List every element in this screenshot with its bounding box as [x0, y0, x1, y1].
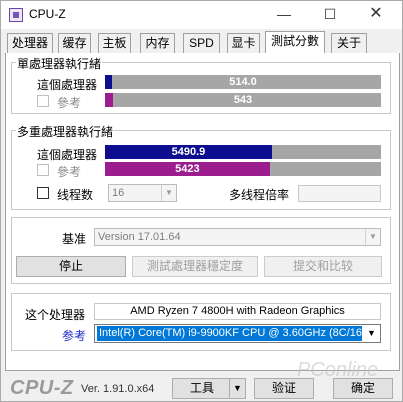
base-version-select: Version 17.01.64 ▼ — [94, 228, 381, 246]
single-thread-title: 單處理器執行緒 — [16, 55, 103, 72]
tab-memory[interactable]: 内存 — [140, 33, 175, 53]
this-processor-field: AMD Ryzen 7 4800H with Radeon Graphics — [94, 303, 381, 320]
ratio-label: 多线程倍率 — [229, 188, 290, 202]
cpuz-window: CPU-Z — ☐ ✕ 处理器 缓存 主板 内存 SPD 显卡 測試分數 关于 … — [0, 0, 403, 402]
threads-label: 线程数 — [57, 188, 94, 202]
cpuz-app-icon — [9, 8, 23, 22]
tab-processor[interactable]: 处理器 — [7, 33, 53, 53]
multi-this-label: 這個處理器 — [37, 148, 98, 162]
close-button[interactable]: ✕ — [353, 1, 399, 29]
base-version-value: Version 17.01.64 — [98, 231, 181, 243]
tab-bench[interactable]: 測試分數 — [265, 31, 325, 53]
reference-processor-value: Intel(R) Core(TM) i9-9900KF CPU @ 3.60GH… — [97, 326, 362, 341]
tab-about[interactable]: 关于 — [331, 33, 367, 53]
threads-value: 16 — [112, 187, 125, 199]
version-label: Ver. 1.91.0.x64 — [81, 383, 155, 395]
base-label: 基准 — [62, 232, 87, 246]
single-ref-score: 543 — [233, 94, 253, 106]
single-this-score: 514.0 — [229, 76, 257, 88]
validate-button[interactable]: 验证 — [254, 378, 314, 399]
threads-select: 16 ▼ — [108, 184, 177, 202]
chevron-down-icon: ▼ — [365, 229, 380, 245]
tools-dropdown-button[interactable]: ▼ — [229, 378, 246, 399]
ok-button[interactable]: 确定 — [333, 378, 393, 399]
tab-strip: 处理器 缓存 主板 内存 SPD 显卡 測試分數 关于 — [5, 31, 400, 53]
chevron-down-icon: ▼ — [161, 185, 176, 201]
threads-checkbox[interactable] — [37, 187, 49, 199]
single-ref-checkbox — [37, 95, 49, 107]
tab-cache[interactable]: 缓存 — [58, 33, 91, 53]
tab-graphics[interactable]: 显卡 — [227, 33, 260, 53]
multi-ref-checkbox — [37, 164, 49, 176]
maximize-button[interactable]: ☐ — [307, 1, 353, 29]
reference-processor-select[interactable]: Intel(R) Core(TM) i9-9900KF CPU @ 3.60GH… — [94, 324, 381, 343]
tab-spd[interactable]: SPD — [183, 33, 220, 53]
ratio-field — [298, 185, 381, 202]
single-this-bar: 514.0 — [105, 75, 381, 89]
stop-button[interactable]: 停止 — [16, 256, 126, 277]
single-ref-label: 參考 — [57, 96, 82, 110]
window-title: CPU-Z — [29, 7, 66, 21]
multi-this-score: 5490.9 — [171, 146, 206, 158]
title-bar[interactable]: CPU-Z — ☐ ✕ — [1, 1, 402, 29]
multi-ref-score: 5423 — [175, 163, 200, 175]
tools-button[interactable]: 工具 — [172, 378, 232, 399]
this-processor-label: 这个处理器 — [25, 308, 86, 322]
tab-mainboard[interactable]: 主板 — [98, 33, 131, 53]
minimize-button[interactable]: — — [261, 1, 307, 29]
multi-thread-title: 多重處理器執行緒 — [16, 123, 115, 140]
stress-test-button: 測試處理器穩定度 — [132, 256, 258, 277]
multi-this-bar: 5490.9 — [105, 145, 381, 159]
submit-compare-button: 提交和比较 — [264, 256, 382, 277]
cpuz-logo: CPU-Z — [10, 377, 74, 399]
chevron-down-icon: ▼ — [233, 383, 242, 393]
chevron-down-icon: ▼ — [367, 328, 376, 338]
reference-label: 参考 — [62, 329, 87, 343]
multi-ref-label: 參考 — [57, 165, 82, 179]
multi-ref-bar: 5423 — [105, 162, 381, 176]
single-ref-bar: 543 — [105, 93, 381, 107]
single-this-label: 這個處理器 — [37, 78, 98, 92]
